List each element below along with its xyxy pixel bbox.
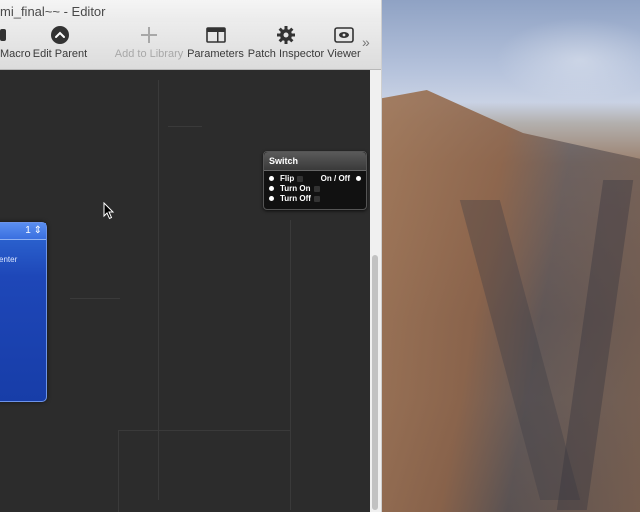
switch-patch-title: Switch bbox=[264, 152, 366, 171]
switch-input-label: Turn Off bbox=[280, 194, 311, 203]
edit-parent-label: Edit Parent bbox=[32, 48, 88, 60]
add-to-library-button[interactable]: Add to Library bbox=[115, 22, 183, 69]
title-bar[interactable]: mi_final~~ - Editor bbox=[0, 0, 381, 22]
canvas-gridline bbox=[118, 430, 290, 431]
parameters-icon bbox=[205, 22, 226, 48]
blue-patch-port-label: enter bbox=[0, 255, 18, 264]
patch-inspector-label: Patch Inspector bbox=[247, 48, 325, 60]
parameters-label: Parameters bbox=[187, 48, 244, 60]
macro-icon bbox=[0, 22, 8, 48]
switch-patch-node[interactable]: Switch Flip Turn On Turn Off On / Off bbox=[263, 151, 367, 210]
toolbar: Macro Edit Parent Add to Library Paramet… bbox=[0, 22, 381, 70]
toolbar-overflow-button[interactable]: » bbox=[362, 34, 370, 50]
desktop-wallpaper bbox=[380, 0, 640, 512]
mouse-cursor-icon bbox=[103, 202, 115, 220]
input-port-dot[interactable] bbox=[269, 186, 274, 191]
input-value-indicator bbox=[297, 175, 304, 182]
switch-input-label: Flip bbox=[280, 174, 295, 183]
eye-icon bbox=[334, 22, 354, 48]
canvas-gridline bbox=[70, 298, 120, 299]
canvas-gridline bbox=[168, 126, 202, 127]
input-value-indicator bbox=[313, 195, 320, 202]
switch-input-turn-on[interactable]: Turn On bbox=[269, 184, 320, 193]
patch-canvas[interactable]: 1 ⇕ enter Switch Flip Turn On Turn Off O… bbox=[0, 70, 370, 512]
canvas-gridline bbox=[158, 80, 159, 500]
scrollbar-thumb[interactable] bbox=[372, 255, 378, 510]
blue-patch-node[interactable]: 1 ⇕ enter bbox=[0, 222, 47, 402]
canvas-gridline bbox=[290, 220, 291, 510]
plus-icon bbox=[139, 22, 159, 48]
macro-label: Macro bbox=[0, 48, 31, 60]
input-port-dot[interactable] bbox=[269, 176, 274, 181]
viewer-button[interactable]: Viewer bbox=[326, 22, 362, 69]
macro-button[interactable]: Macro bbox=[0, 22, 31, 69]
parameters-button[interactable]: Parameters bbox=[187, 22, 244, 69]
switch-output-label: On / Off bbox=[320, 174, 350, 183]
input-value-indicator bbox=[313, 185, 320, 192]
add-to-library-label: Add to Library bbox=[114, 48, 184, 60]
viewer-label: Viewer bbox=[327, 48, 361, 60]
output-port-dot[interactable] bbox=[356, 176, 361, 181]
edit-parent-button[interactable]: Edit Parent bbox=[32, 22, 88, 69]
switch-output-on-off[interactable]: On / Off bbox=[321, 174, 361, 183]
canvas-gridline bbox=[118, 430, 119, 512]
switch-input-turn-off[interactable]: Turn Off bbox=[269, 194, 320, 203]
editor-window: mi_final~~ - Editor Macro Edit Parent Ad… bbox=[0, 0, 382, 512]
edit-parent-icon bbox=[50, 22, 70, 48]
input-port-dot[interactable] bbox=[269, 196, 274, 201]
gear-icon bbox=[276, 22, 296, 48]
blue-patch-header: 1 ⇕ bbox=[0, 223, 46, 240]
vertical-scrollbar[interactable] bbox=[370, 70, 381, 512]
window-title: mi_final~~ - Editor bbox=[0, 4, 106, 19]
switch-input-flip[interactable]: Flip bbox=[269, 174, 304, 183]
patch-inspector-button[interactable]: Patch Inspector bbox=[248, 22, 324, 69]
switch-input-label: Turn On bbox=[280, 184, 311, 193]
